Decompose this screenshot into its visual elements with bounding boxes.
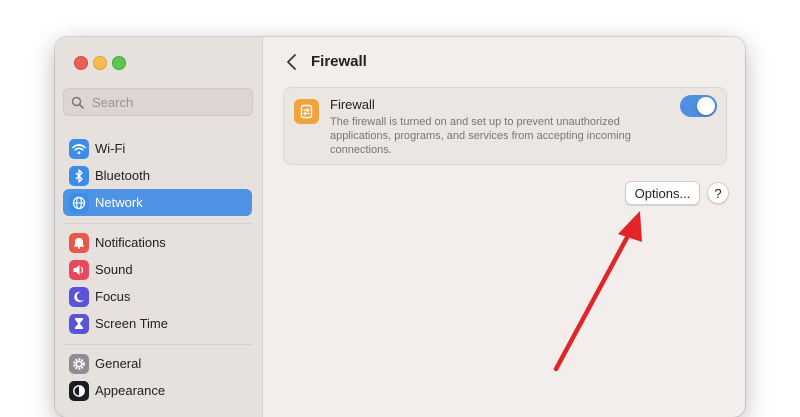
- sidebar: Wi-Fi Bluetooth Network: [55, 37, 263, 417]
- sidebar-item-label: Wi-Fi: [95, 141, 126, 156]
- sidebar-item-wifi[interactable]: Wi-Fi: [63, 135, 252, 162]
- sidebar-item-notifications[interactable]: Notifications: [63, 229, 252, 256]
- bell-icon: [69, 232, 89, 253]
- sidebar-item-screen-time[interactable]: Screen Time: [63, 310, 252, 337]
- sidebar-item-label: General: [95, 356, 142, 371]
- sidebar-item-appearance[interactable]: Appearance: [63, 377, 252, 404]
- sidebar-divider: [63, 344, 252, 345]
- sidebar-item-label: Sound: [95, 262, 133, 277]
- search-input[interactable]: [90, 93, 244, 111]
- settings-window: Wi-Fi Bluetooth Network: [55, 37, 745, 417]
- firewall-title: Firewall: [330, 97, 375, 112]
- back-chevron-icon[interactable]: [285, 53, 299, 71]
- sidebar-item-label: Notifications: [95, 235, 166, 250]
- firewall-toggle[interactable]: [680, 95, 717, 117]
- firewall-card: Firewall The firewall is turned on and s…: [283, 87, 727, 165]
- globe-icon: [69, 192, 89, 213]
- minimize-window-button[interactable]: [93, 56, 107, 70]
- moon-icon: [69, 286, 89, 307]
- sidebar-item-general[interactable]: General: [63, 350, 252, 377]
- sidebar-item-sound[interactable]: Sound: [63, 256, 252, 283]
- sidebar-item-label: Focus: [95, 289, 131, 304]
- wifi-icon: [69, 138, 89, 159]
- sidebar-item-label: Screen Time: [95, 316, 168, 331]
- firewall-description: The firewall is turned on and set up to …: [330, 116, 631, 156]
- toggle-knob: [697, 97, 715, 115]
- search-icon: [71, 96, 84, 109]
- bluetooth-icon: [69, 165, 89, 186]
- sidebar-item-focus[interactable]: Focus: [63, 283, 252, 310]
- gear-icon: [69, 353, 89, 374]
- help-button[interactable]: ?: [707, 182, 729, 204]
- search-field[interactable]: [63, 88, 253, 116]
- options-button[interactable]: Options...: [625, 181, 700, 205]
- sidebar-item-bluetooth[interactable]: Bluetooth: [63, 162, 252, 189]
- sidebar-divider: [63, 223, 252, 224]
- main-pane: Firewall Firewall The firewall is turned…: [263, 37, 745, 417]
- page-title: Firewall: [311, 53, 367, 70]
- appearance-icon: [69, 380, 89, 401]
- close-window-button[interactable]: [74, 56, 88, 70]
- speaker-icon: [69, 259, 89, 280]
- hourglass-icon: [69, 313, 89, 334]
- sidebar-item-label: Appearance: [95, 383, 166, 398]
- firewall-icon: [294, 99, 319, 124]
- sidebar-item-network[interactable]: Network: [63, 189, 252, 216]
- sidebar-item-label: Bluetooth: [95, 168, 150, 183]
- zoom-window-button[interactable]: [112, 56, 126, 70]
- sidebar-item-label: Network: [95, 195, 143, 210]
